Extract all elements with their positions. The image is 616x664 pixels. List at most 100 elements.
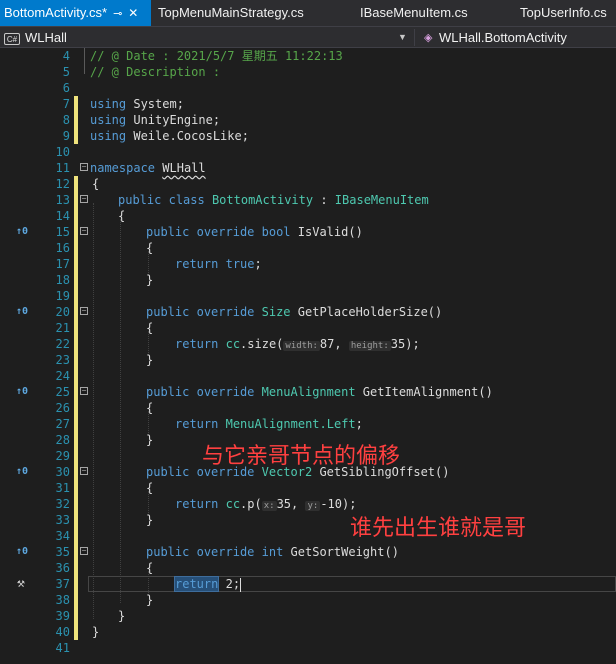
line-number: 33 — [55, 513, 70, 527]
tab-bottomactivity[interactable]: BottomActivity.cs* ⊸ ✕ — [0, 0, 151, 26]
code-line: 9 using Weile.CocosLike; — [0, 128, 616, 144]
implementation-reference-icon[interactable]: ↑0 — [16, 224, 28, 240]
collapse-icon[interactable]: − — [80, 547, 88, 555]
line-number: 4 — [62, 49, 70, 63]
line-number: 36 — [55, 561, 70, 575]
change-marker — [74, 608, 78, 624]
line-number: 37 — [55, 577, 70, 591]
tab-topmenumainstrategy[interactable]: TopMenuMainStrategy.cs — [158, 0, 304, 26]
chevron-down-icon[interactable]: ▼ — [398, 28, 407, 47]
annotation-sibling-offset: 与它亲哥节点的偏移 — [202, 444, 401, 469]
change-marker — [74, 464, 78, 480]
implementation-reference-icon[interactable]: ↑0 — [16, 384, 28, 400]
code-line: 36 { — [0, 560, 616, 576]
csharp-file-icon: C# — [4, 32, 20, 45]
tab-label: BottomActivity.cs* — [4, 5, 108, 20]
class-path: WLHall.BottomActivity — [439, 30, 567, 45]
tab-topuserinfo[interactable]: TopUserInfo.cs — [520, 0, 607, 26]
change-marker — [74, 240, 78, 256]
change-marker — [74, 288, 78, 304]
parameter-hint: height: — [348, 341, 391, 351]
code-line: 18 } — [0, 272, 616, 288]
implementation-reference-icon[interactable]: ↑0 — [16, 304, 28, 320]
code-line: 5 // @ Description : — [0, 64, 616, 80]
change-marker — [74, 560, 78, 576]
change-marker — [74, 176, 78, 192]
line-number: 40 — [55, 625, 70, 639]
code-line: 19 — [0, 288, 616, 304]
change-marker — [74, 96, 78, 112]
code-line: 4 // @ Date : 2021/5/7 星期五 11:22:13 — [0, 48, 616, 64]
change-marker — [74, 304, 78, 320]
line-number: 31 — [55, 481, 70, 495]
line-number: 24 — [55, 369, 70, 383]
line-number: 15 — [55, 225, 70, 239]
implementation-reference-icon[interactable]: ↑0 — [16, 544, 28, 560]
divider — [414, 29, 415, 46]
line-number: 39 — [55, 609, 70, 623]
collapse-icon[interactable]: − — [80, 195, 88, 203]
code-text: namespace WLHall — [90, 161, 206, 175]
collapse-icon[interactable]: − — [80, 163, 88, 171]
change-marker — [74, 192, 78, 208]
change-marker — [74, 544, 78, 560]
line-number: 12 — [55, 177, 70, 191]
collapse-icon[interactable]: − — [80, 227, 88, 235]
code-text: using UnityEngine; — [90, 113, 221, 127]
change-marker — [74, 320, 78, 336]
code-line: ↑0 20 − public override Size GetPlaceHol… — [0, 304, 616, 320]
pin-icon[interactable]: ⊸ — [113, 1, 122, 27]
change-marker — [74, 128, 78, 144]
code-text: using System; — [90, 97, 184, 111]
code-text: } — [146, 273, 154, 287]
code-editor[interactable]: 4 // @ Date : 2021/5/7 星期五 11:22:13 5 //… — [0, 48, 616, 664]
change-marker — [74, 512, 78, 528]
tab-ibasemenuitem[interactable]: IBaseMenuItem.cs — [360, 0, 468, 26]
line-number: 5 — [62, 65, 70, 79]
line-number: 14 — [55, 209, 70, 223]
project-dropdown[interactable]: C# WLHall ▼ — [0, 28, 410, 47]
code-line: 21 { — [0, 320, 616, 336]
project-name: WLHall — [25, 30, 67, 45]
collapse-icon[interactable]: − — [80, 467, 88, 475]
fold-line — [84, 64, 85, 74]
code-line: 24 — [0, 368, 616, 384]
change-marker — [74, 352, 78, 368]
change-marker — [74, 112, 78, 128]
line-number: 18 — [55, 273, 70, 287]
close-icon[interactable]: ✕ — [128, 0, 138, 26]
change-marker — [74, 480, 78, 496]
line-number: 20 — [55, 305, 70, 319]
code-text: public override bool IsValid() — [146, 225, 363, 239]
line-number: 34 — [55, 529, 70, 543]
code-line: 40 } — [0, 624, 616, 640]
collapse-icon[interactable]: − — [80, 387, 88, 395]
line-number: 9 — [62, 129, 70, 143]
change-marker — [74, 256, 78, 272]
code-text: public override int GetSortWeight() — [146, 545, 399, 559]
line-number: 10 — [55, 145, 70, 159]
line-number: 27 — [55, 417, 70, 431]
line-number: 26 — [55, 401, 70, 415]
code-text: } — [146, 513, 154, 527]
collapse-icon[interactable]: − — [80, 307, 88, 315]
line-number: 11 — [55, 161, 70, 175]
change-marker — [74, 384, 78, 400]
line-number: 17 — [55, 257, 70, 271]
implementation-reference-icon[interactable]: ↑0 — [16, 464, 28, 480]
code-line: 17 return true; — [0, 256, 616, 272]
code-text: return 2; — [173, 576, 242, 592]
code-text: return true; — [175, 257, 262, 271]
hammer-icon[interactable]: ⚒ — [17, 576, 25, 591]
code-line: 26 { — [0, 400, 616, 416]
parameter-hint: y: — [305, 501, 321, 511]
line-number: 23 — [55, 353, 70, 367]
line-number: 19 — [55, 289, 70, 303]
change-marker — [74, 400, 78, 416]
code-line: 41 — [0, 640, 616, 656]
change-marker — [74, 592, 78, 608]
code-text: { — [146, 481, 154, 495]
class-dropdown[interactable]: ◈ WLHall.BottomActivity — [418, 28, 616, 47]
change-marker — [74, 624, 78, 640]
code-text: } — [146, 433, 154, 447]
